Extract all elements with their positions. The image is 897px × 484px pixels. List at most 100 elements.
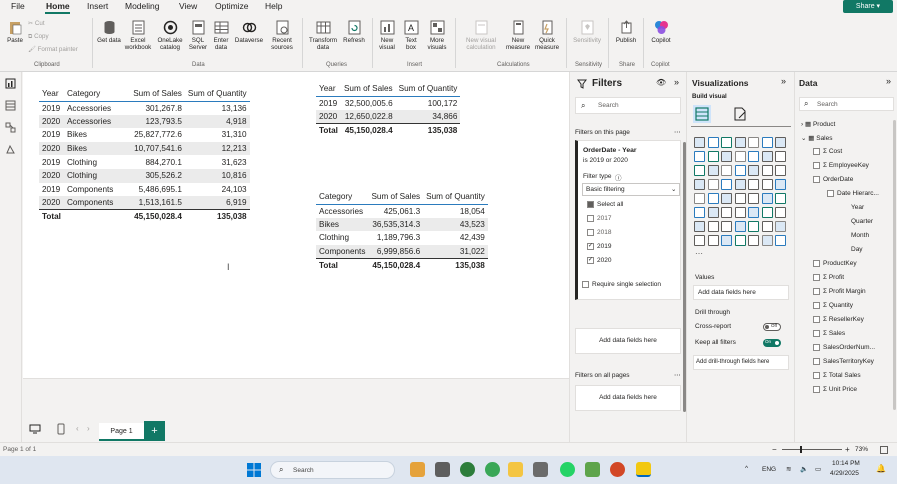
zoom-slider-thumb[interactable] bbox=[800, 446, 802, 453]
copilot-button[interactable]: Copilot bbox=[647, 20, 675, 44]
keep-all-filters-toggle[interactable]: On bbox=[763, 339, 781, 347]
filter-option-select-all[interactable]: Select all bbox=[587, 201, 623, 208]
field-item[interactable]: Σ EmployeeKey bbox=[813, 162, 869, 169]
enter-data-button[interactable]: Enter data bbox=[210, 20, 232, 51]
column-header[interactable]: Sum of Sales bbox=[130, 87, 185, 102]
field-item[interactable]: Σ Profit Margin bbox=[813, 288, 866, 295]
more-visuals-icon[interactable]: ⋯ bbox=[695, 249, 703, 258]
page-tab[interactable]: Page 1 bbox=[99, 423, 144, 441]
menu-view[interactable]: View bbox=[179, 1, 197, 11]
field-item[interactable]: ProductKey bbox=[813, 260, 857, 267]
visual-type-icon[interactable] bbox=[707, 179, 719, 190]
windows-start-icon[interactable] bbox=[247, 463, 261, 477]
snipping-tool-icon[interactable] bbox=[533, 462, 548, 477]
menu-optimize[interactable]: Optimize bbox=[215, 1, 249, 11]
cross-report-toggle[interactable]: Off bbox=[763, 323, 781, 331]
zoom-out-icon[interactable]: − bbox=[772, 445, 777, 454]
wifi-icon[interactable]: ≋ bbox=[786, 465, 791, 473]
checkbox[interactable] bbox=[813, 302, 820, 309]
copy-button[interactable]: ⧉ Copy bbox=[28, 33, 49, 40]
format-visual-icon[interactable] bbox=[732, 106, 748, 122]
visual-type-icon[interactable] bbox=[721, 235, 732, 246]
checkbox[interactable] bbox=[813, 358, 820, 365]
new-visual-calculation-button[interactable]: New visual calculation bbox=[460, 20, 502, 51]
checkbox[interactable] bbox=[813, 260, 820, 267]
collapse-icon[interactable]: » bbox=[781, 76, 786, 86]
add-page-button[interactable]: + bbox=[144, 421, 165, 441]
checkbox[interactable] bbox=[587, 229, 594, 236]
visual-type-icon[interactable] bbox=[734, 151, 746, 162]
quick-measure-button[interactable]: Quick measure bbox=[533, 20, 561, 51]
field-item[interactable]: Date Hierarc... bbox=[827, 190, 879, 197]
paste-button[interactable]: Paste bbox=[4, 20, 26, 44]
visual-type-icon[interactable] bbox=[721, 137, 732, 148]
visual-type-icon[interactable] bbox=[694, 165, 705, 176]
chrome-icon[interactable] bbox=[460, 462, 475, 477]
visual-type-icon[interactable] bbox=[775, 165, 786, 176]
visual-type-icon[interactable] bbox=[694, 137, 705, 148]
visual-type-icon[interactable] bbox=[748, 207, 759, 218]
sales-by-year-table[interactable]: Year Sum of Sales Sum of Quantity 2019 32… bbox=[316, 82, 461, 137]
visual-type-icon[interactable] bbox=[694, 179, 705, 190]
field-item[interactable]: Month bbox=[841, 232, 869, 239]
visual-type-icon[interactable] bbox=[748, 221, 759, 232]
previous-page-icon[interactable]: ‹ bbox=[76, 424, 79, 433]
visual-type-icon[interactable] bbox=[761, 235, 773, 246]
filter-option-2020[interactable]: ✓ 2020 bbox=[587, 257, 611, 264]
collapse-icon[interactable]: » bbox=[886, 76, 891, 86]
filters-search-input[interactable]: ⌕ Search bbox=[575, 97, 681, 114]
filter-type-dropdown[interactable]: Basic filtering ⌄ bbox=[582, 183, 680, 196]
visual-type-icon[interactable] bbox=[761, 151, 773, 162]
field-item[interactable]: Σ Profit bbox=[813, 274, 844, 281]
file-explorer-icon[interactable] bbox=[508, 462, 523, 477]
sales-by-year-category-table[interactable]: Year Category Sum of Sales Sum of Quanti… bbox=[39, 87, 250, 224]
share-button[interactable]: Share ▾ bbox=[843, 0, 893, 13]
visual-type-icon[interactable] bbox=[707, 207, 719, 218]
visual-type-icon[interactable] bbox=[721, 207, 732, 218]
table-product[interactable]: › ▦ Product bbox=[801, 120, 835, 128]
menu-modeling[interactable]: Modeling bbox=[125, 1, 160, 11]
checkbox-checked[interactable]: ✓ bbox=[587, 243, 594, 250]
volume-icon[interactable]: 🔈 bbox=[800, 465, 808, 473]
field-item[interactable]: Day bbox=[841, 246, 863, 253]
column-header[interactable]: Sum of Quantity bbox=[395, 82, 461, 97]
add-page-filter-dropzone[interactable]: Add data fields here bbox=[575, 328, 681, 354]
build-visual-icon[interactable] bbox=[693, 105, 711, 123]
checkbox[interactable] bbox=[813, 274, 820, 281]
checkbox-checked[interactable]: ✓ bbox=[587, 257, 594, 264]
visual-type-icon[interactable] bbox=[707, 235, 719, 246]
column-header[interactable]: Category bbox=[63, 87, 131, 102]
column-header[interactable]: Sum of Quantity bbox=[184, 87, 250, 102]
visual-type-icon[interactable] bbox=[707, 137, 719, 148]
checkbox[interactable] bbox=[813, 330, 820, 337]
column-header[interactable]: Sum of Quantity bbox=[423, 190, 488, 205]
visual-type-icon[interactable] bbox=[707, 165, 719, 176]
values-dropzone[interactable]: Add data fields here bbox=[693, 285, 789, 300]
field-item[interactable]: SalesTerritoryKey bbox=[813, 358, 874, 365]
menu-help[interactable]: Help bbox=[265, 1, 282, 11]
visual-type-icon[interactable] bbox=[734, 179, 746, 190]
taskbar-search-box[interactable]: ⌕ Search bbox=[270, 461, 395, 479]
notification-bell-icon[interactable]: 🔔 bbox=[876, 464, 886, 473]
field-item[interactable]: Σ Cost bbox=[813, 148, 842, 155]
recent-sources-button[interactable]: Recent sources bbox=[267, 20, 297, 51]
field-item[interactable]: Year bbox=[841, 204, 864, 211]
table-sales[interactable]: ⌄ ▦ Sales bbox=[801, 134, 833, 142]
sensitivity-button[interactable]: Sensitivity bbox=[570, 20, 604, 44]
filter-card[interactable]: OrderDate - Year is 2019 or 2020 Filter … bbox=[575, 140, 681, 300]
publish-button[interactable]: Publish bbox=[612, 20, 640, 44]
visual-type-icon[interactable] bbox=[775, 193, 786, 204]
tray-overflow-icon[interactable]: ^ bbox=[745, 465, 748, 472]
fit-to-page-icon[interactable] bbox=[880, 446, 888, 454]
checkbox[interactable] bbox=[813, 386, 820, 393]
sql-server-button[interactable]: SQL Server bbox=[187, 20, 209, 51]
visual-type-icon[interactable] bbox=[694, 207, 705, 218]
visual-type-icon[interactable] bbox=[775, 179, 786, 190]
task-view-icon[interactable] bbox=[435, 462, 450, 477]
clock-date[interactable]: 4/29/2025 bbox=[830, 470, 859, 477]
dataverse-button[interactable]: Dataverse bbox=[232, 20, 266, 44]
zoom-slider[interactable] bbox=[782, 449, 842, 450]
onelake-catalog-button[interactable]: OneLake catalog bbox=[154, 20, 186, 51]
checkbox[interactable] bbox=[813, 162, 820, 169]
report-canvas[interactable]: Year Category Sum of Sales Sum of Quanti… bbox=[23, 72, 569, 418]
